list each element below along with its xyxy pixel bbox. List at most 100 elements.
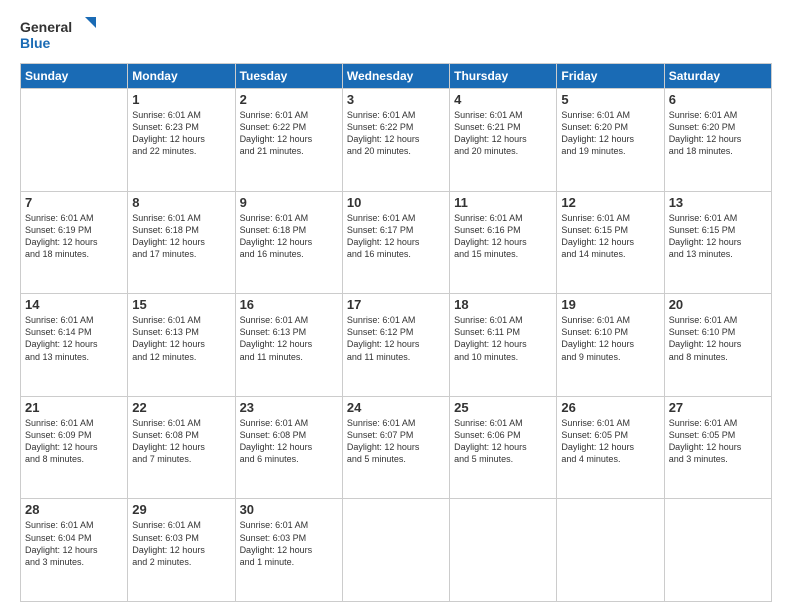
day-number: 3 [347, 92, 445, 107]
day-number: 2 [240, 92, 338, 107]
day-info: Sunrise: 6:01 AM Sunset: 6:05 PM Dayligh… [561, 417, 659, 466]
weekday-header-wednesday: Wednesday [342, 64, 449, 89]
calendar-cell: 19 Sunrise: 6:01 AM Sunset: 6:10 PM Dayli… [557, 294, 664, 397]
day-info: Sunrise: 6:01 AM Sunset: 6:13 PM Dayligh… [240, 314, 338, 363]
calendar-cell: 2 Sunrise: 6:01 AM Sunset: 6:22 PM Daylig… [235, 89, 342, 192]
calendar-cell [21, 89, 128, 192]
day-info: Sunrise: 6:01 AM Sunset: 6:05 PM Dayligh… [669, 417, 767, 466]
calendar-cell: 25 Sunrise: 6:01 AM Sunset: 6:06 PM Dayli… [450, 396, 557, 499]
day-info: Sunrise: 6:01 AM Sunset: 6:08 PM Dayligh… [240, 417, 338, 466]
svg-text:Blue: Blue [20, 35, 51, 51]
day-number: 4 [454, 92, 552, 107]
day-info: Sunrise: 6:01 AM Sunset: 6:14 PM Dayligh… [25, 314, 123, 363]
day-info: Sunrise: 6:01 AM Sunset: 6:15 PM Dayligh… [669, 212, 767, 261]
day-number: 1 [132, 92, 230, 107]
day-number: 18 [454, 297, 552, 312]
weekday-header-row: SundayMondayTuesdayWednesdayThursdayFrid… [21, 64, 772, 89]
day-info: Sunrise: 6:01 AM Sunset: 6:22 PM Dayligh… [347, 109, 445, 158]
calendar-cell: 18 Sunrise: 6:01 AM Sunset: 6:11 PM Dayli… [450, 294, 557, 397]
calendar-cell: 1 Sunrise: 6:01 AM Sunset: 6:23 PM Daylig… [128, 89, 235, 192]
day-info: Sunrise: 6:01 AM Sunset: 6:10 PM Dayligh… [669, 314, 767, 363]
calendar-table: SundayMondayTuesdayWednesdayThursdayFrid… [20, 63, 772, 602]
day-number: 30 [240, 502, 338, 517]
weekday-header-monday: Monday [128, 64, 235, 89]
logo-svg: General Blue [20, 15, 100, 55]
day-number: 10 [347, 195, 445, 210]
calendar-cell: 10 Sunrise: 6:01 AM Sunset: 6:17 PM Dayli… [342, 191, 449, 294]
day-info: Sunrise: 6:01 AM Sunset: 6:06 PM Dayligh… [454, 417, 552, 466]
day-info: Sunrise: 6:01 AM Sunset: 6:18 PM Dayligh… [240, 212, 338, 261]
day-number: 29 [132, 502, 230, 517]
day-info: Sunrise: 6:01 AM Sunset: 6:19 PM Dayligh… [25, 212, 123, 261]
day-info: Sunrise: 6:01 AM Sunset: 6:10 PM Dayligh… [561, 314, 659, 363]
svg-text:General: General [20, 19, 72, 35]
day-number: 5 [561, 92, 659, 107]
calendar-cell: 30 Sunrise: 6:01 AM Sunset: 6:03 PM Dayli… [235, 499, 342, 602]
week-row-4: 21Sunrise: 6:01 AM Sunset: 6:09 PM Dayli… [21, 396, 772, 499]
calendar-cell: 13 Sunrise: 6:01 AM Sunset: 6:15 PM Dayli… [664, 191, 771, 294]
day-number: 6 [669, 92, 767, 107]
calendar-cell: 23Sunrise: 6:01 AM Sunset: 6:08 PM Dayli… [235, 396, 342, 499]
calendar-cell [664, 499, 771, 602]
day-info: Sunrise: 6:01 AM Sunset: 6:22 PM Dayligh… [240, 109, 338, 158]
calendar-cell: 12Sunrise: 6:01 AM Sunset: 6:15 PM Dayli… [557, 191, 664, 294]
day-info: Sunrise: 6:01 AM Sunset: 6:03 PM Dayligh… [132, 519, 230, 568]
day-info: Sunrise: 6:01 AM Sunset: 6:08 PM Dayligh… [132, 417, 230, 466]
week-row-3: 14 Sunrise: 6:01 AM Sunset: 6:14 PM Dayli… [21, 294, 772, 397]
calendar-cell: 22 Sunrise: 6:01 AM Sunset: 6:08 PM Dayli… [128, 396, 235, 499]
day-info: Sunrise: 6:01 AM Sunset: 6:17 PM Dayligh… [347, 212, 445, 261]
calendar-cell: 6Sunrise: 6:01 AM Sunset: 6:20 PM Daylig… [664, 89, 771, 192]
week-row-5: 28 Sunrise: 6:01 AM Sunset: 6:04 PM Dayli… [21, 499, 772, 602]
calendar-cell: 24 Sunrise: 6:01 AM Sunset: 6:07 PM Dayli… [342, 396, 449, 499]
day-number: 24 [347, 400, 445, 415]
page: General Blue SundayMondayTuesdayWednesda… [0, 0, 792, 612]
calendar-cell: 15Sunrise: 6:01 AM Sunset: 6:13 PM Dayli… [128, 294, 235, 397]
calendar-cell: 21Sunrise: 6:01 AM Sunset: 6:09 PM Dayli… [21, 396, 128, 499]
day-info: Sunrise: 6:01 AM Sunset: 6:04 PM Dayligh… [25, 519, 123, 568]
calendar-cell: 20 Sunrise: 6:01 AM Sunset: 6:10 PM Dayli… [664, 294, 771, 397]
calendar-cell: 3 Sunrise: 6:01 AM Sunset: 6:22 PM Daylig… [342, 89, 449, 192]
calendar-cell: 9 Sunrise: 6:01 AM Sunset: 6:18 PM Daylig… [235, 191, 342, 294]
day-number: 26 [561, 400, 659, 415]
calendar-cell: 26 Sunrise: 6:01 AM Sunset: 6:05 PM Dayli… [557, 396, 664, 499]
day-number: 7 [25, 195, 123, 210]
day-number: 9 [240, 195, 338, 210]
header: General Blue [20, 15, 772, 55]
calendar-cell: 4 Sunrise: 6:01 AM Sunset: 6:21 PM Daylig… [450, 89, 557, 192]
day-number: 19 [561, 297, 659, 312]
day-number: 17 [347, 297, 445, 312]
calendar-cell: 17Sunrise: 6:01 AM Sunset: 6:12 PM Dayli… [342, 294, 449, 397]
day-number: 21 [25, 400, 123, 415]
day-number: 22 [132, 400, 230, 415]
weekday-header-friday: Friday [557, 64, 664, 89]
weekday-header-tuesday: Tuesday [235, 64, 342, 89]
calendar-cell: 16Sunrise: 6:01 AM Sunset: 6:13 PM Dayli… [235, 294, 342, 397]
calendar-cell: 7 Sunrise: 6:01 AM Sunset: 6:19 PM Daylig… [21, 191, 128, 294]
day-info: Sunrise: 6:01 AM Sunset: 6:11 PM Dayligh… [454, 314, 552, 363]
day-info: Sunrise: 6:01 AM Sunset: 6:20 PM Dayligh… [561, 109, 659, 158]
day-number: 11 [454, 195, 552, 210]
calendar-cell [342, 499, 449, 602]
logo: General Blue [20, 15, 100, 55]
calendar-cell: 11 Sunrise: 6:01 AM Sunset: 6:16 PM Dayli… [450, 191, 557, 294]
weekday-header-sunday: Sunday [21, 64, 128, 89]
calendar-cell: 8Sunrise: 6:01 AM Sunset: 6:18 PM Daylig… [128, 191, 235, 294]
day-info: Sunrise: 6:01 AM Sunset: 6:21 PM Dayligh… [454, 109, 552, 158]
day-info: Sunrise: 6:01 AM Sunset: 6:18 PM Dayligh… [132, 212, 230, 261]
day-info: Sunrise: 6:01 AM Sunset: 6:16 PM Dayligh… [454, 212, 552, 261]
calendar-cell: 14 Sunrise: 6:01 AM Sunset: 6:14 PM Dayli… [21, 294, 128, 397]
day-info: Sunrise: 6:01 AM Sunset: 6:03 PM Dayligh… [240, 519, 338, 568]
day-number: 13 [669, 195, 767, 210]
weekday-header-thursday: Thursday [450, 64, 557, 89]
day-number: 28 [25, 502, 123, 517]
calendar-cell [450, 499, 557, 602]
calendar-cell [557, 499, 664, 602]
day-number: 20 [669, 297, 767, 312]
day-info: Sunrise: 6:01 AM Sunset: 6:23 PM Dayligh… [132, 109, 230, 158]
calendar-cell: 29 Sunrise: 6:01 AM Sunset: 6:03 PM Dayli… [128, 499, 235, 602]
day-info: Sunrise: 6:01 AM Sunset: 6:07 PM Dayligh… [347, 417, 445, 466]
day-info: Sunrise: 6:01 AM Sunset: 6:13 PM Dayligh… [132, 314, 230, 363]
day-number: 14 [25, 297, 123, 312]
week-row-1: 1 Sunrise: 6:01 AM Sunset: 6:23 PM Daylig… [21, 89, 772, 192]
day-number: 25 [454, 400, 552, 415]
